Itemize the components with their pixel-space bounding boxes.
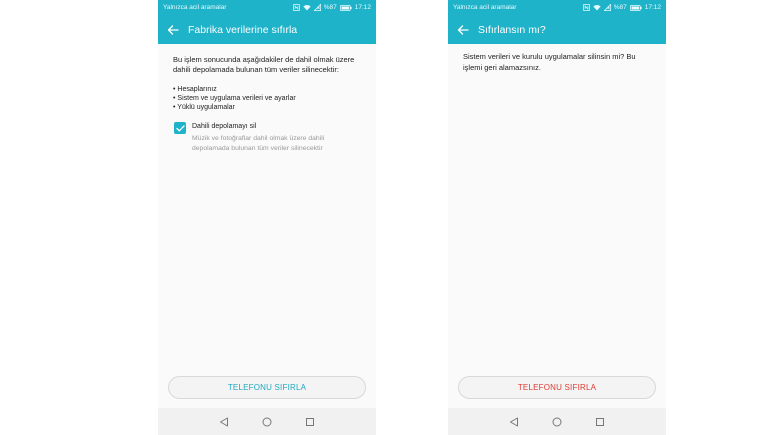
- triangle-back-icon[interactable]: [504, 412, 524, 432]
- confirm-message: Sistem verileri ve kurulu uygulamalar si…: [463, 52, 636, 72]
- battery-icon: [629, 4, 642, 11]
- battery-icon: [339, 4, 352, 11]
- square-recent-icon[interactable]: [300, 412, 320, 432]
- navigation-bar: [158, 408, 376, 435]
- status-time: 17:12: [644, 4, 661, 11]
- app-bar: Fabrika verilerine sıfırla: [158, 15, 376, 44]
- circle-home-icon[interactable]: [257, 412, 277, 432]
- confirm-message-area: Sistem verileri ve kurulu uygulamalar si…: [448, 52, 666, 73]
- status-bar: Yalnızca acil aramalar %87 17:12: [448, 0, 666, 15]
- navigation-bar: [448, 408, 666, 435]
- nfc-icon: [292, 4, 300, 11]
- battery-percent: %87: [613, 4, 627, 11]
- status-time: 17:12: [354, 4, 371, 11]
- no-signal-icon: [603, 4, 611, 11]
- nfc-icon: [582, 4, 590, 11]
- erase-internal-storage-checkbox[interactable]: [174, 122, 186, 135]
- arrow-left-icon[interactable]: [448, 15, 478, 44]
- option-description: Müzik ve fotoğraflar dahil olmak üzere d…: [192, 135, 325, 152]
- list-item: Yüklü uygulamalar: [173, 103, 361, 112]
- intro-text: Bu işlem sonucunda aşağıdakiler de dahil…: [173, 55, 355, 75]
- erase-internal-storage-option[interactable]: Dahili depolamayı sil Müzik ve fotoğrafl…: [173, 122, 361, 153]
- no-signal-icon: [313, 4, 321, 11]
- carrier-text: Yalnızca acil aramalar: [163, 4, 227, 11]
- app-bar: Sıfırlansın mı?: [448, 15, 666, 44]
- arrow-left-icon[interactable]: [158, 15, 188, 44]
- reset-info: Bu işlem sonucunda aşağıdakiler de dahil…: [158, 55, 376, 153]
- wifi-icon: [593, 4, 601, 11]
- confirm-reset-phone-button[interactable]: TELEFONU SIFIRLA: [458, 376, 656, 399]
- data-list: Hesaplarınız Sistem ve uygulama verileri…: [173, 85, 361, 112]
- wifi-icon: [303, 4, 311, 11]
- reset-phone-button[interactable]: TELEFONU SIFIRLA: [168, 376, 366, 399]
- list-item: Sistem ve uygulama verileri ve ayarlar: [173, 94, 361, 103]
- option-label: Dahili depolamayı sil: [192, 123, 257, 131]
- list-item: Hesaplarınız: [173, 85, 361, 94]
- page-title: Sıfırlansın mı?: [478, 23, 546, 36]
- battery-percent: %87: [323, 4, 337, 11]
- triangle-back-icon[interactable]: [214, 412, 234, 432]
- circle-home-icon[interactable]: [547, 412, 567, 432]
- confirm-reset-screen: Yalnızca acil aramalar %87 17:12 Sıfırla…: [448, 0, 666, 435]
- carrier-text: Yalnızca acil aramalar: [453, 4, 517, 11]
- status-bar: Yalnızca acil aramalar %87 17:12: [158, 0, 376, 15]
- page-title: Fabrika verilerine sıfırla: [188, 23, 298, 36]
- square-recent-icon[interactable]: [590, 412, 610, 432]
- factory-reset-screen: Yalnızca acil aramalar %87 17:12 Fabrika…: [158, 0, 376, 435]
